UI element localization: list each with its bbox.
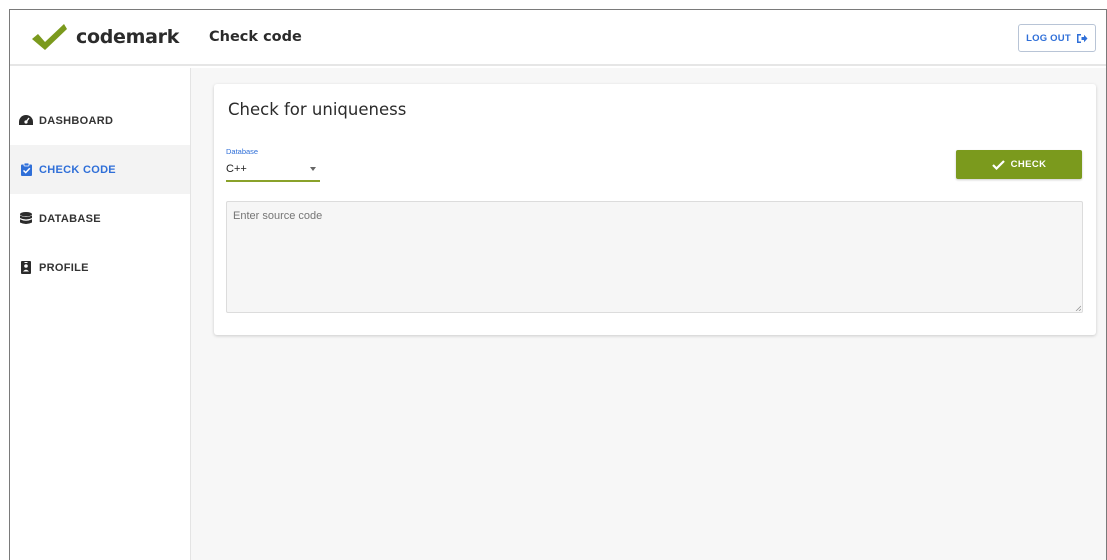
brand-logo[interactable]: codemark bbox=[10, 10, 191, 65]
check-button-label: CHECK bbox=[1010, 159, 1047, 170]
sign-out-icon bbox=[1076, 33, 1088, 43]
database-select[interactable]: C++ bbox=[226, 158, 320, 182]
database-field-label: Database bbox=[226, 147, 259, 156]
main-content: Check for uniqueness Database C++ CHECK bbox=[191, 68, 1106, 560]
sidebar-item-dashboard[interactable]: DASHBOARD bbox=[10, 96, 190, 145]
sidebar-item-label: DASHBOARD bbox=[39, 114, 114, 127]
sidebar-item-label: DATABASE bbox=[39, 212, 101, 225]
top-bar: codemark Check code LOG OUT bbox=[10, 10, 1106, 66]
checkmark-logo-icon bbox=[32, 24, 67, 50]
sidebar-item-check-code[interactable]: CHECK CODE bbox=[10, 145, 190, 194]
sidebar-item-label: CHECK CODE bbox=[39, 163, 116, 176]
database-icon bbox=[18, 211, 34, 227]
card-title: Check for uniqueness bbox=[228, 100, 407, 119]
check-icon bbox=[991, 159, 1005, 170]
id-badge-icon bbox=[18, 260, 34, 276]
sidebar-item-profile[interactable]: PROFILE bbox=[10, 243, 190, 292]
sidebar-item-database[interactable]: DATABASE bbox=[10, 194, 190, 243]
brand-name: codemark bbox=[76, 26, 180, 48]
source-code-input[interactable] bbox=[226, 201, 1083, 313]
page-title: Check code bbox=[209, 29, 302, 45]
check-card: Check for uniqueness Database C++ CHECK bbox=[214, 84, 1096, 335]
check-button[interactable]: CHECK bbox=[956, 150, 1082, 179]
database-select-value: C++ bbox=[226, 163, 247, 175]
app-window: codemark Check code LOG OUT DASHBOARD CH… bbox=[9, 9, 1107, 560]
sidebar-item-label: PROFILE bbox=[39, 261, 89, 274]
chevron-down-icon bbox=[310, 167, 316, 171]
clipboard-check-icon bbox=[18, 162, 34, 178]
sidebar: DASHBOARD CHECK CODE DATABASE PROFILE bbox=[10, 68, 191, 560]
logout-label: LOG OUT bbox=[1026, 32, 1071, 44]
logout-button[interactable]: LOG OUT bbox=[1018, 24, 1096, 52]
resize-grip-icon[interactable] bbox=[1075, 305, 1081, 311]
tachometer-icon bbox=[18, 113, 34, 129]
